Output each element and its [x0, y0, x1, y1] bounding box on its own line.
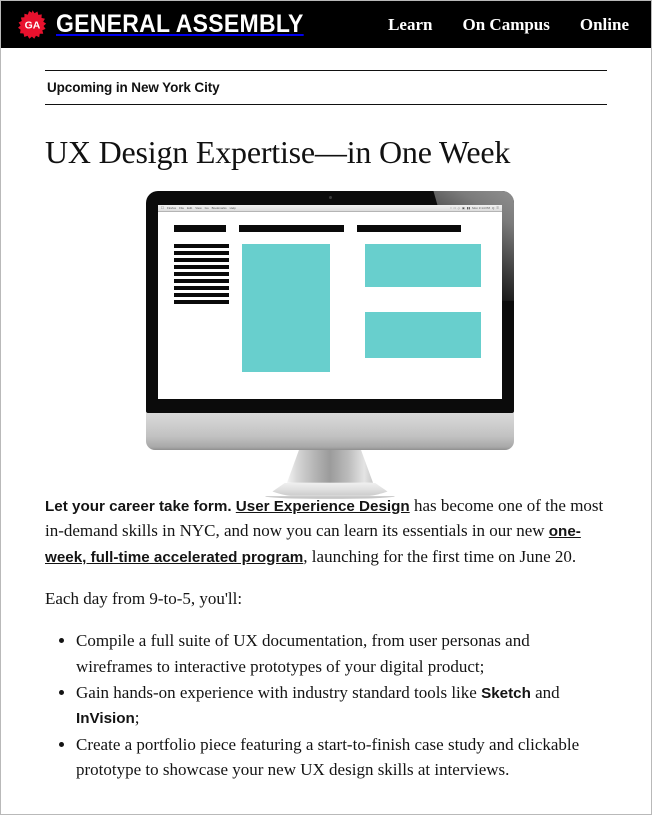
- status-item: ▮▮: [466, 205, 471, 210]
- imac-chin: : [146, 412, 514, 450]
- wireframe-text-lines: [174, 243, 229, 307]
- status-menu-items: ○ □ ◇ ▣ ▮▮ Mon 3:14 PM Q ☰: [450, 206, 499, 210]
- brand-logo-link[interactable]: GA GENERAL ASSEMBLY: [18, 10, 325, 39]
- bullet-text: Gain hands-on experience with industry s…: [76, 682, 482, 702]
- menu-item: Help: [226, 205, 236, 210]
- menu-item: File: [176, 205, 184, 210]
- imac-stand-neck: [287, 449, 373, 483]
- imac-stand-base: [262, 482, 398, 499]
- ga-starburst-icon: GA: [18, 10, 47, 39]
- intro-text-2: , launching for the first time on June 2…: [303, 546, 577, 566]
- wireframe-heading-bar: [239, 224, 344, 232]
- site-header: GA GENERAL ASSEMBLY Learn On Campus Onli…: [1, 1, 651, 48]
- wireframe-text-line: [174, 285, 229, 290]
- apple-menu-icon: : [161, 205, 164, 210]
- bullet-text: Create a portfolio piece featuring a sta…: [76, 734, 580, 779]
- nav-item-learn[interactable]: Learn: [388, 15, 432, 35]
- menu-items: Firefox File Edit View Go Bookmarks Help: [167, 206, 236, 210]
- wireframe-right-column: [365, 243, 481, 358]
- page-root: GA GENERAL ASSEMBLY Learn On Campus Onli…: [0, 0, 652, 815]
- wireframe-mockup: [158, 212, 502, 398]
- schedule-paragraph: Each day from 9-to-5, you'll:: [45, 589, 243, 609]
- wireframe-heading-bar: [174, 224, 226, 232]
- bullet-text: and: [530, 682, 560, 702]
- nav-item-on-campus[interactable]: On Campus: [462, 15, 549, 35]
- bullet-text: Compile a full suite of UX documentation…: [76, 631, 530, 676]
- imac-illustration:  Firefox File Edit View Go Bookmarks He…: [146, 190, 514, 499]
- menu-item: Edit: [184, 205, 192, 210]
- list-item: Compile a full suite of UX documentation…: [76, 628, 607, 678]
- imac-bezel:  Firefox File Edit View Go Bookmarks He…: [146, 190, 514, 413]
- spotlight-icon: Q: [491, 205, 495, 210]
- menu-item: Go: [201, 205, 209, 210]
- os-menu-bar:  Firefox File Edit View Go Bookmarks He…: [158, 204, 502, 212]
- tool-name-sketch: Sketch: [481, 684, 531, 702]
- eyebrow-band: Upcoming in New York City: [45, 70, 607, 105]
- list-item: Create a portfolio piece featuring a sta…: [76, 732, 607, 782]
- content-column: Upcoming in New York City UX Design Expe…: [1, 70, 651, 782]
- status-item: ◇: [457, 205, 460, 210]
- menu-item: Bookmarks: [208, 205, 227, 210]
- main-navigation: Learn On Campus Online: [388, 15, 629, 35]
- wireframe-side-block: [365, 311, 481, 358]
- wireframe-side-block: [365, 243, 481, 287]
- wireframe-heading-bar: [357, 224, 461, 232]
- notification-center-icon: ☰: [496, 205, 499, 210]
- status-item: ▣: [461, 205, 465, 210]
- bullet-text: ;: [134, 708, 140, 728]
- lead-bold-text: Let your career take form.: [45, 497, 232, 515]
- menu-item: View: [192, 205, 201, 210]
- wireframe-columns: [174, 243, 486, 372]
- link-user-experience-design[interactable]: User Experience Design: [236, 498, 410, 515]
- curriculum-list: Compile a full suite of UX documentation…: [45, 628, 607, 782]
- article-body: Let your career take form. User Experien…: [45, 493, 607, 782]
- menu-item: Firefox: [164, 205, 176, 210]
- wireframe-text-line: [174, 250, 229, 255]
- clock-label: Mon 3:14 PM: [472, 205, 490, 210]
- intro-paragraph: Let your career take form. User Experien…: [45, 493, 607, 570]
- tool-name-invision: InVision: [76, 710, 135, 728]
- wireframe-text-line: [174, 271, 229, 276]
- imac-screen:  Firefox File Edit View Go Bookmarks He…: [158, 204, 502, 399]
- eyebrow-label: Upcoming in New York City: [47, 80, 220, 95]
- wireframe-main-block: [242, 243, 330, 372]
- apple-logo-icon: : [323, 421, 336, 438]
- brand-name: GENERAL ASSEMBLY: [56, 10, 304, 38]
- wireframe-text-line: [174, 292, 229, 297]
- webcam-icon: [328, 195, 332, 199]
- wireframe-text-line: [174, 257, 229, 262]
- wireframe-text-line: [174, 243, 229, 248]
- wireframe-text-line: [174, 264, 229, 269]
- wireframe-text-line: [174, 299, 229, 304]
- nav-item-online[interactable]: Online: [580, 15, 629, 35]
- hero-figure:  Firefox File Edit View Go Bookmarks He…: [45, 190, 607, 499]
- status-item: □: [453, 205, 456, 210]
- page-title: UX Design Expertise—in One Week: [45, 134, 511, 170]
- wireframe-text-line: [174, 278, 229, 283]
- svg-text:GA: GA: [25, 20, 41, 31]
- status-item: ○: [450, 205, 452, 210]
- wireframe-heading-row: [174, 224, 486, 232]
- list-item: Gain hands-on experience with industry s…: [76, 680, 607, 731]
